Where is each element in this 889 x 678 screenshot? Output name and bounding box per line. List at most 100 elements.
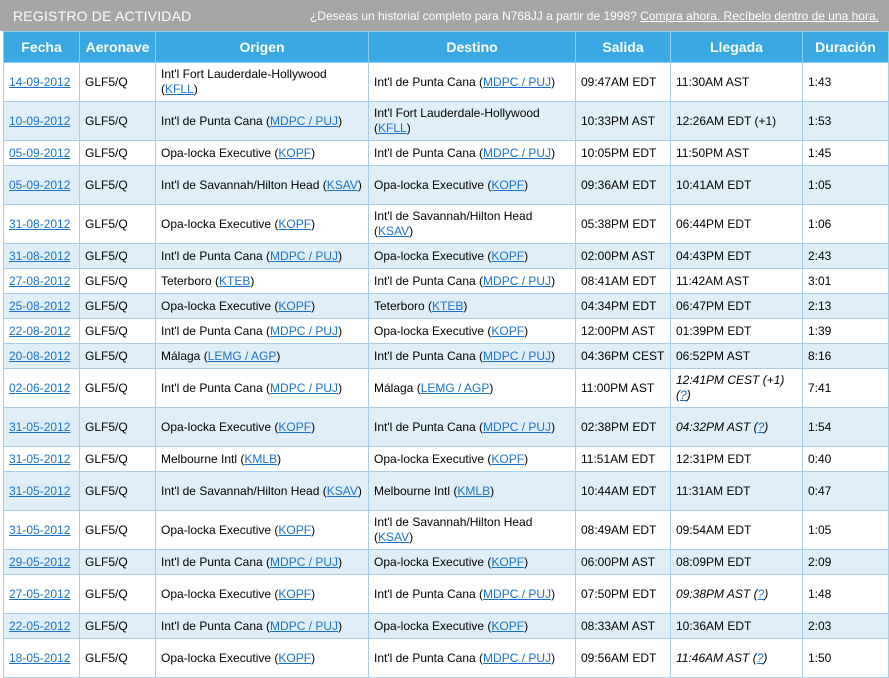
origin-airport-link[interactable]: KOPF — [278, 146, 311, 160]
destination-cell: Opa-locka Executive (KOPF) — [368, 613, 576, 639]
departure-cell: 09:47AM EDT — [575, 62, 671, 102]
destination-airport-link[interactable]: LEMG / AGP — [421, 381, 490, 395]
departure-cell: 08:49AM EDT — [575, 510, 671, 550]
date-cell: 14-09-2012 — [3, 62, 80, 102]
origin-airport-link[interactable]: MDPC / PUJ — [270, 114, 338, 128]
origin-airport-link[interactable]: MDPC / PUJ — [270, 324, 338, 338]
aircraft-cell: GLF5/Q — [79, 343, 156, 369]
flight-date-link[interactable]: 18-05-2012 — [9, 651, 70, 665]
arrival-time: 08:09PM EDT — [676, 554, 752, 569]
arrival-cell: 09:38PM AST (?) — [670, 574, 803, 614]
origin-airport-link[interactable]: KSAV — [327, 178, 358, 192]
date-cell: 27-05-2012 — [3, 574, 80, 614]
destination-airport-link[interactable]: KMLB — [457, 484, 490, 498]
origin-airport-link[interactable]: KTEB — [219, 274, 250, 288]
col-header-arrival[interactable]: Llegada — [670, 31, 803, 63]
destination-airport-link[interactable]: MDPC / PUJ — [483, 274, 551, 288]
departure-cell: 10:33PM AST — [575, 101, 671, 141]
destination-name: Opa-locka Executive — [374, 177, 485, 192]
table-header-row: Fecha Aeronave Origen Destino Salida Lle… — [3, 31, 889, 63]
destination-airport-link[interactable]: KOPF — [491, 178, 524, 192]
departure-cell: 06:00PM AST — [575, 549, 671, 575]
destination-airport-link[interactable]: MDPC / PUJ — [483, 587, 551, 601]
origin-airport-link[interactable]: KOPF — [278, 217, 311, 231]
destination-airport-link[interactable]: KOPF — [491, 249, 524, 263]
origin-name: Int'l de Punta Cana — [161, 380, 263, 395]
origin-cell: Int'l de Punta Cana (MDPC / PUJ) — [155, 613, 369, 639]
destination-airport-link[interactable]: KOPF — [491, 555, 524, 569]
flight-date-link[interactable]: 27-08-2012 — [9, 274, 70, 288]
origin-airport-link[interactable]: KFLL — [165, 82, 194, 96]
flight-date-link[interactable]: 31-05-2012 — [9, 452, 70, 466]
origin-airport-link[interactable]: KOPF — [278, 523, 311, 537]
origin-airport-link[interactable]: KSAV — [327, 484, 358, 498]
flight-date-link[interactable]: 05-09-2012 — [9, 178, 70, 192]
arrival-time: 04:43PM EDT — [676, 248, 752, 263]
estimated-time-help-link[interactable]: ? — [758, 420, 765, 434]
arrival-cell: 08:09PM EDT — [670, 549, 803, 575]
destination-airport-link[interactable]: KOPF — [491, 324, 524, 338]
origin-airport-link[interactable]: LEMG / AGP — [208, 349, 277, 363]
origin-airport-link[interactable]: KOPF — [278, 299, 311, 313]
flight-date-link[interactable]: 02-06-2012 — [9, 381, 70, 395]
destination-airport-link[interactable]: MDPC / PUJ — [483, 146, 551, 160]
flight-date-link[interactable]: 10-09-2012 — [9, 114, 70, 128]
flight-date-link[interactable]: 05-09-2012 — [9, 146, 70, 160]
origin-airport-link[interactable]: KOPF — [278, 420, 311, 434]
destination-cell: Int'l de Punta Cana (MDPC / PUJ) — [368, 343, 576, 369]
flight-date-link[interactable]: 22-08-2012 — [9, 324, 70, 338]
origin-airport-link[interactable]: KOPF — [278, 651, 311, 665]
destination-airport-link[interactable]: MDPC / PUJ — [483, 420, 551, 434]
origin-airport-link[interactable]: MDPC / PUJ — [270, 381, 338, 395]
col-header-destination[interactable]: Destino — [368, 31, 576, 63]
origin-airport-link[interactable]: MDPC / PUJ — [270, 555, 338, 569]
flight-date-link[interactable]: 20-08-2012 — [9, 349, 70, 363]
destination-airport-link[interactable]: MDPC / PUJ — [483, 651, 551, 665]
destination-cell: Int'l de Punta Cana (MDPC / PUJ) — [368, 62, 576, 102]
destination-airport-link[interactable]: KOPF — [491, 452, 524, 466]
aircraft-cell: GLF5/Q — [79, 446, 156, 472]
origin-airport-link[interactable]: KOPF — [278, 587, 311, 601]
origin-airport-link[interactable]: MDPC / PUJ — [270, 249, 338, 263]
table-row: 05-09-2012 GLF5/Q Int'l de Savannah/Hilton… — [3, 165, 889, 205]
flight-date-link[interactable]: 31-05-2012 — [9, 523, 70, 537]
flight-date-link[interactable]: 25-08-2012 — [9, 299, 70, 313]
flight-date-link[interactable]: 31-05-2012 — [9, 484, 70, 498]
aircraft-cell: GLF5/Q — [79, 613, 156, 639]
destination-airport-link[interactable]: KSAV — [378, 530, 409, 544]
flight-date-link[interactable]: 29-05-2012 — [9, 555, 70, 569]
date-cell: 02-06-2012 — [3, 368, 80, 408]
destination-airport-link[interactable]: MDPC / PUJ — [483, 75, 551, 89]
flight-date-link[interactable]: 31-08-2012 — [9, 217, 70, 231]
origin-name: Málaga — [161, 348, 201, 363]
flight-date-link[interactable]: 31-05-2012 — [9, 420, 70, 434]
origin-name: Opa-locka Executive — [161, 298, 272, 313]
destination-airport-link[interactable]: MDPC / PUJ — [483, 349, 551, 363]
aircraft-cell: GLF5/Q — [79, 510, 156, 550]
table-row: 29-05-2012 GLF5/Q Int'l de Punta Cana (MDP… — [3, 549, 889, 575]
flight-date-link[interactable]: 27-05-2012 — [9, 587, 70, 601]
destination-name: Opa-locka Executive — [374, 323, 485, 338]
flight-date-link[interactable]: 31-08-2012 — [9, 249, 70, 263]
date-cell: 05-09-2012 — [3, 165, 80, 205]
flight-date-link[interactable]: 22-05-2012 — [9, 619, 70, 633]
col-header-origin[interactable]: Origen — [155, 31, 369, 63]
departure-cell: 11:00PM AST — [575, 368, 671, 408]
col-header-departure[interactable]: Salida — [575, 31, 671, 63]
buy-history-link[interactable]: Compra ahora. Recíbelo dentro de una hor… — [640, 9, 879, 23]
destination-airport-link[interactable]: KOPF — [491, 619, 524, 633]
col-header-duration[interactable]: Duración — [802, 31, 889, 63]
destination-airport-link[interactable]: KTEB — [432, 299, 463, 313]
origin-airport-link[interactable]: KMLB — [244, 452, 277, 466]
estimated-time-help-link[interactable]: ? — [680, 388, 687, 402]
destination-airport-link[interactable]: KFLL — [378, 121, 407, 135]
estimated-time-help-link[interactable]: ? — [758, 587, 765, 601]
flight-date-link[interactable]: 14-09-2012 — [9, 75, 70, 89]
date-cell: 05-09-2012 — [3, 140, 80, 166]
destination-airport-link[interactable]: KSAV — [378, 224, 409, 238]
col-header-aircraft[interactable]: Aeronave — [79, 31, 156, 63]
destination-name: Int'l de Punta Cana — [374, 74, 476, 89]
origin-airport-link[interactable]: MDPC / PUJ — [270, 619, 338, 633]
col-header-date[interactable]: Fecha — [3, 31, 80, 63]
estimated-time-help-link[interactable]: ? — [757, 651, 764, 665]
